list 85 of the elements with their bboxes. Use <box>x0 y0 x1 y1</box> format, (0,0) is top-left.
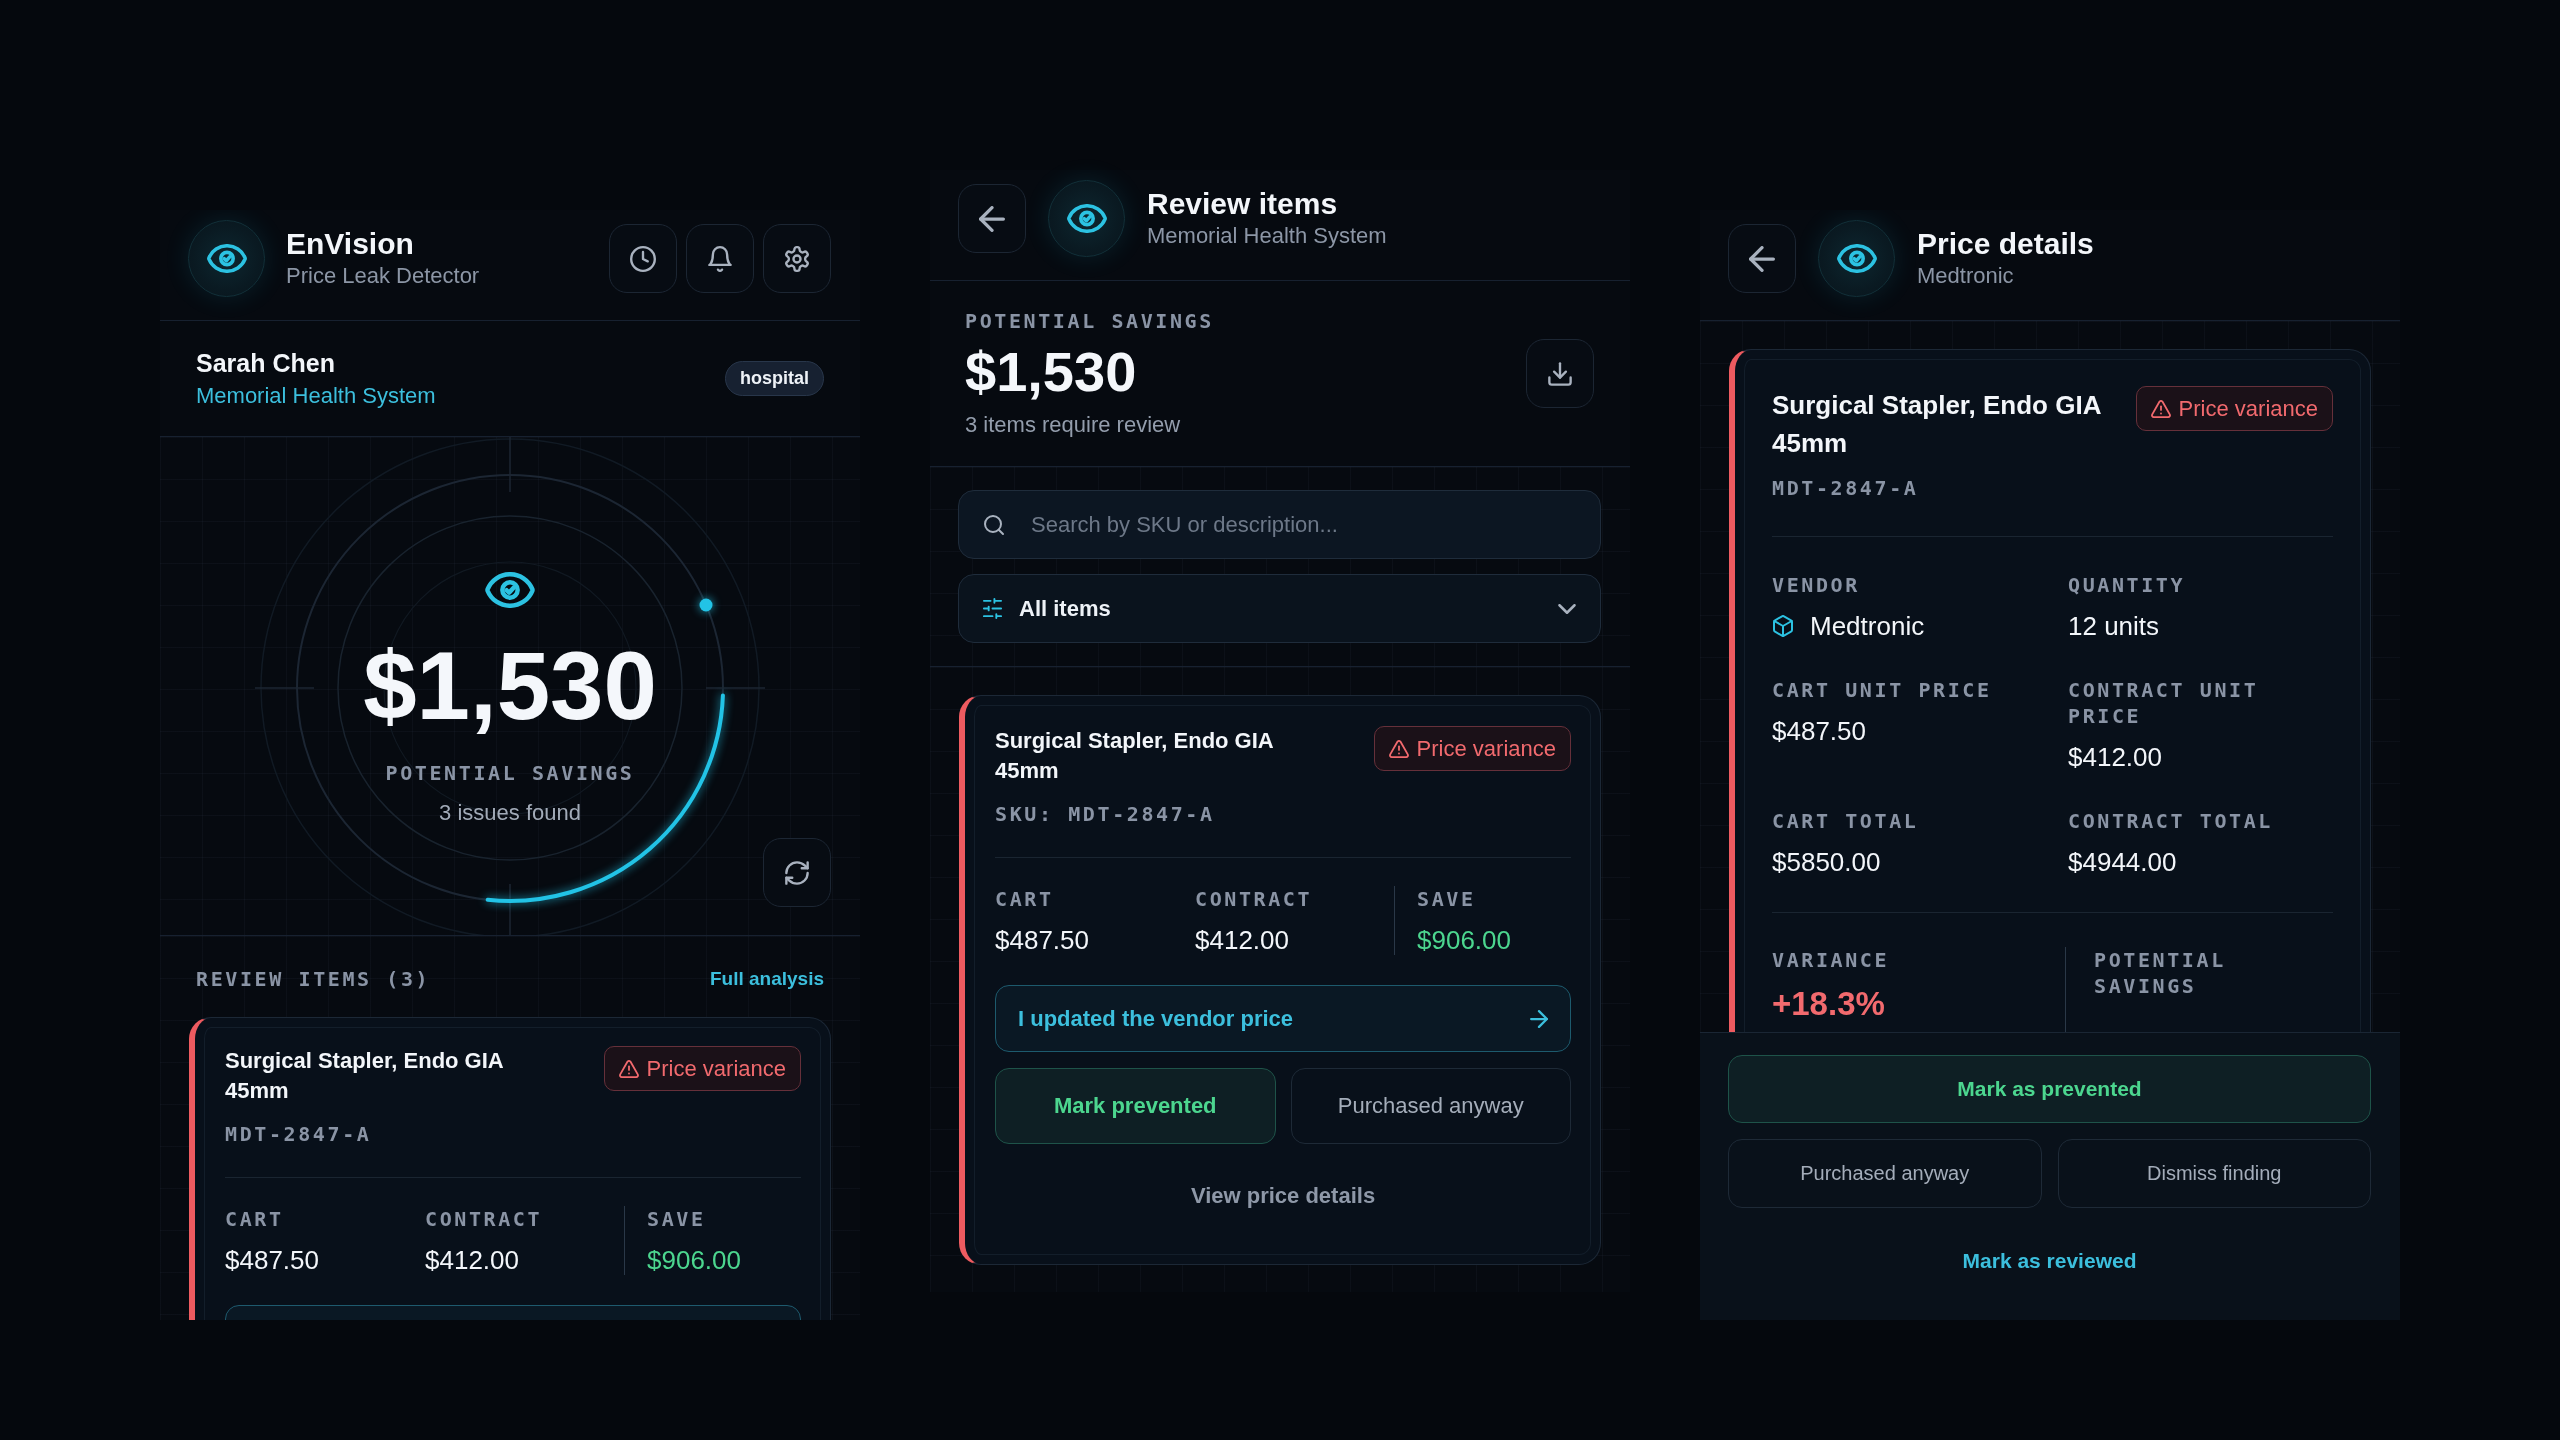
filter-dropdown[interactable]: All items <box>958 574 1601 643</box>
search-field[interactable]: Search by SKU or description... <box>958 490 1601 559</box>
account-type-badge: hospital <box>725 361 824 396</box>
price-label: SAVE <box>1417 886 1477 912</box>
field-label: POTENTIAL SAVINGS <box>2094 947 2227 999</box>
organization-name: Memorial Health System <box>196 381 436 410</box>
field-label: QUANTITY <box>2068 572 2187 598</box>
secondary-button[interactable]: Purchased anyway <box>1290 1068 1571 1144</box>
section-heading: REVIEW ITEMS (3) <box>196 966 431 992</box>
field-label: VARIANCE <box>1772 947 1891 973</box>
back-button[interactable] <box>1728 224 1796 293</box>
history-button[interactable] <box>609 224 677 293</box>
warning-icon <box>618 1059 639 1078</box>
price-value: $412.00 <box>425 1245 520 1275</box>
item-title: Surgical Stapler, Endo GIA 45mm <box>225 1047 504 1105</box>
items-count: 3 items require review <box>965 411 1182 439</box>
variance-value: +18.3% <box>1772 986 1886 1022</box>
field-value: $5850.00 <box>1772 847 1882 877</box>
price-label: CONTRACT <box>1195 886 1314 912</box>
eye-check-icon <box>485 572 535 608</box>
item-title: Surgical Stapler, Endo GIA 45mm <box>1772 389 2102 460</box>
confirm-button[interactable]: Mark as prevented <box>1728 1055 2371 1123</box>
field-label: CONTRACT UNIT PRICE <box>2068 677 2260 729</box>
screen-title: Review items <box>1147 186 1339 221</box>
variance-badge: Price variance <box>603 1046 801 1091</box>
price-value: $487.50 <box>995 925 1090 955</box>
price-value: $487.50 <box>225 1245 320 1275</box>
savings-label: POTENTIAL SAVINGS <box>385 760 635 786</box>
sku-code: MDT-2847-A <box>225 1121 373 1147</box>
price-value: $906.00 <box>1417 925 1512 955</box>
variance-badge: Price variance <box>2135 386 2333 431</box>
price-label: SAVE <box>647 1206 707 1232</box>
update-button[interactable]: I updated the vendor price <box>995 985 1571 1052</box>
settings-button[interactable] <box>763 224 831 293</box>
warning-icon <box>1388 739 1409 758</box>
savings-amount: $1,530 <box>363 638 657 734</box>
full-analysis-link[interactable]: Full analysis <box>709 966 824 992</box>
price-label: CART <box>225 1206 285 1232</box>
download-button[interactable] <box>1526 339 1594 408</box>
secondary-button[interactable]: Purchased anyway <box>1728 1139 2042 1208</box>
field-label: VENDOR <box>1772 572 1861 598</box>
price-value: $412.00 <box>1195 925 1290 955</box>
download-icon <box>1547 360 1573 387</box>
field-value: 12 units <box>2068 611 2161 641</box>
secondary-button[interactable]: Dismiss finding <box>2057 1139 2371 1208</box>
back-button[interactable] <box>958 184 1026 253</box>
savings-amount: $1,530 <box>965 342 1138 402</box>
back-arrow-icon <box>979 205 1005 232</box>
savings-label: POTENTIAL SAVINGS <box>965 308 1214 334</box>
chevron-down-icon <box>1558 603 1576 614</box>
app-title: EnVision <box>286 226 415 261</box>
issues-count: 3 issues found <box>439 799 581 827</box>
field-label: CART UNIT PRICE <box>1772 677 1993 703</box>
bell-icon <box>707 245 733 272</box>
cube-icon <box>1772 615 1794 637</box>
field-label: CART TOTAL <box>1772 808 1920 834</box>
price-label: CART <box>995 886 1055 912</box>
price-value: $906.00 <box>647 1245 742 1275</box>
screen-subtitle: Memorial Health System <box>1147 221 1387 250</box>
price-label: CONTRACT <box>425 1206 544 1232</box>
search-icon <box>983 513 1005 536</box>
field-value: $412.00 <box>2068 742 2163 772</box>
variance-badge: Price variance <box>1373 726 1571 771</box>
clock-icon <box>630 245 656 272</box>
field-value: $487.50 <box>1772 716 1867 746</box>
text-link-button[interactable]: Mark as reviewed <box>1962 1247 2137 1275</box>
sku-code: MDT-2847-A <box>1772 475 1920 501</box>
confirm-button[interactable]: Mark prevented <box>995 1068 1276 1144</box>
settings-icon <box>784 245 810 272</box>
refresh-button[interactable] <box>763 838 831 907</box>
field-value: $4944.00 <box>2068 847 2178 877</box>
screen-subtitle: Medtronic <box>1917 261 2015 290</box>
field-value: Medtronic <box>1810 611 1925 641</box>
item-title: Surgical Stapler, Endo GIA 45mm <box>995 727 1274 785</box>
app-subtitle: Price Leak Detector <box>286 261 480 290</box>
refresh-icon <box>784 859 810 886</box>
text-link-button[interactable]: View price details <box>1190 1182 1376 1210</box>
field-label: CONTRACT TOTAL <box>2068 808 2274 834</box>
screen-title: Price details <box>1917 226 2094 261</box>
notifications-button[interactable] <box>686 224 754 293</box>
sku-code: SKU: MDT-2847-A <box>995 801 1216 827</box>
back-arrow-icon <box>1749 245 1775 272</box>
user-name: Sarah Chen <box>196 347 336 379</box>
warning-icon <box>2150 399 2171 418</box>
sliders-icon <box>982 598 1003 619</box>
